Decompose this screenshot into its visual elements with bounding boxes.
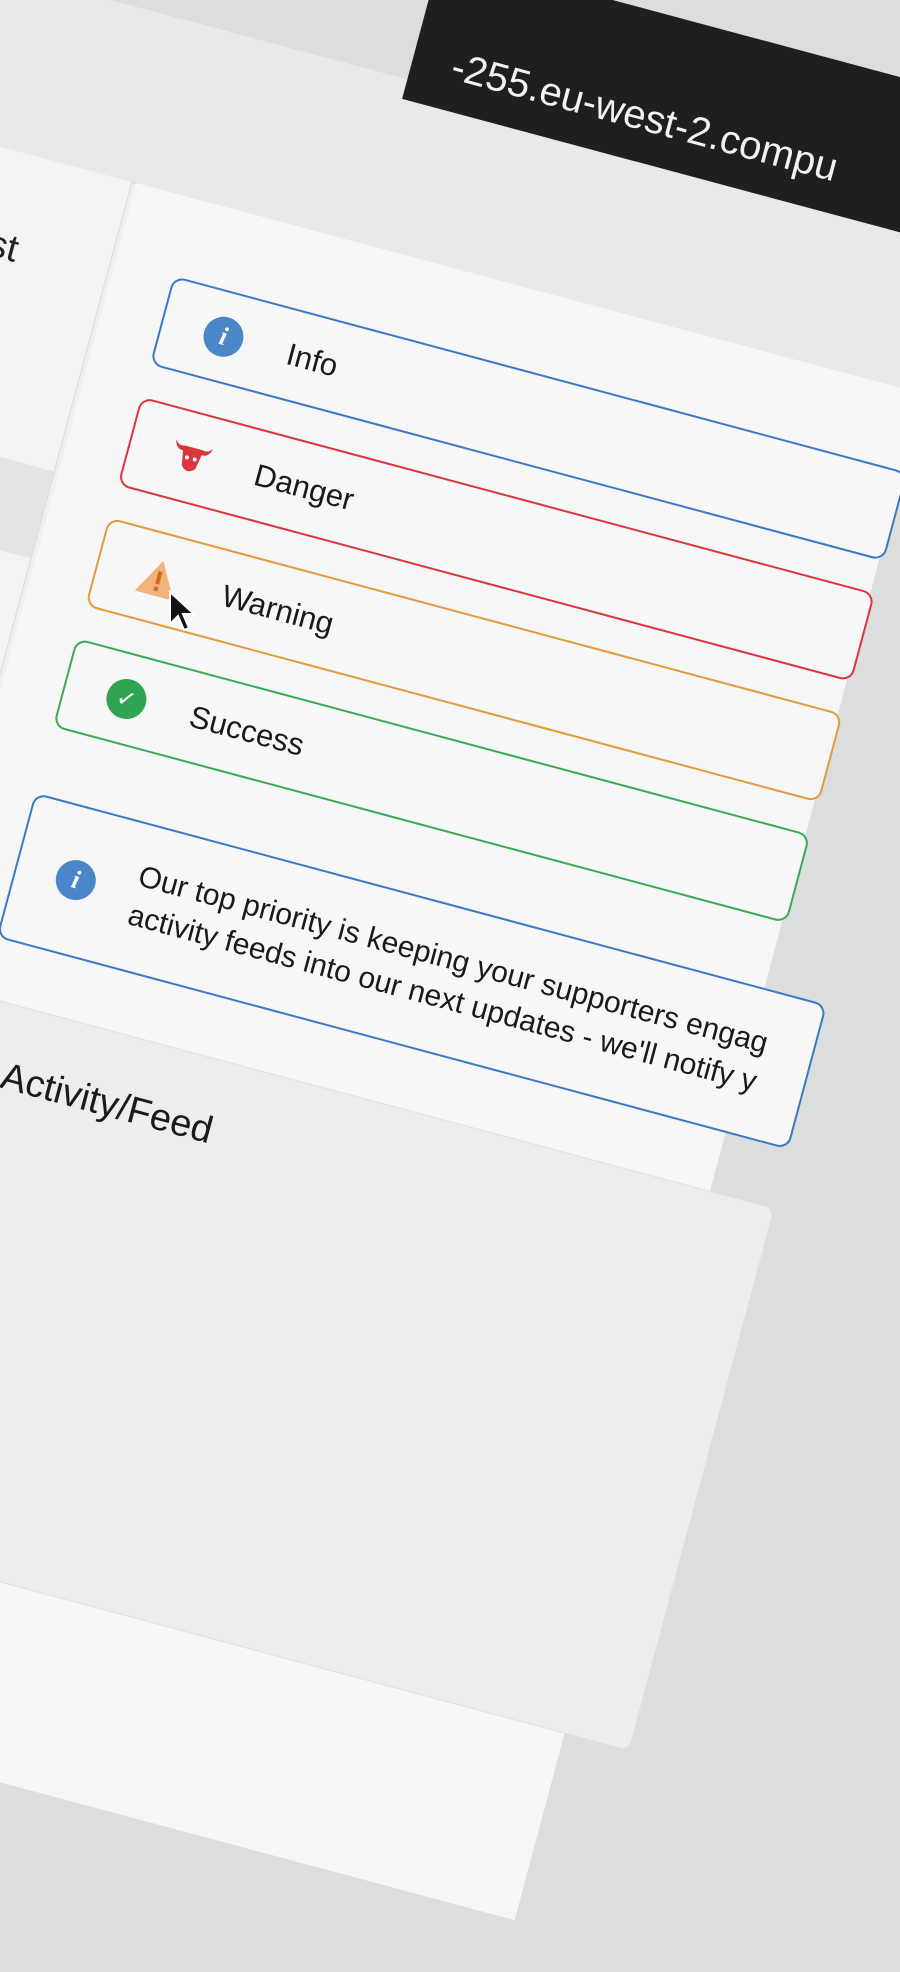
address-text: -255.eu-west-2.compu <box>446 44 843 191</box>
info-icon: i <box>51 855 101 905</box>
alert-success-label: Success <box>185 698 308 763</box>
organization-name: cer Trust <box>0 192 24 271</box>
info-icon: i <box>197 310 251 364</box>
check-circle-icon: ✓ <box>99 672 153 726</box>
alert-info-label: Info <box>282 336 342 384</box>
main-content: i Info Danger Warning ✓ Success i Our to… <box>0 182 900 1921</box>
browser-address-bar[interactable]: -255.eu-west-2.compu <box>402 0 900 281</box>
alert-danger-label: Danger <box>250 457 358 518</box>
alert-warning-label: Warning <box>218 577 338 642</box>
mouse-cursor-icon <box>169 590 197 632</box>
app-screen: g -255.eu-west-2.compu cer Trust i Info <box>0 0 900 1921</box>
bull-icon <box>164 431 218 485</box>
activity-feed-title: Activity/Feed <box>0 1055 218 1153</box>
